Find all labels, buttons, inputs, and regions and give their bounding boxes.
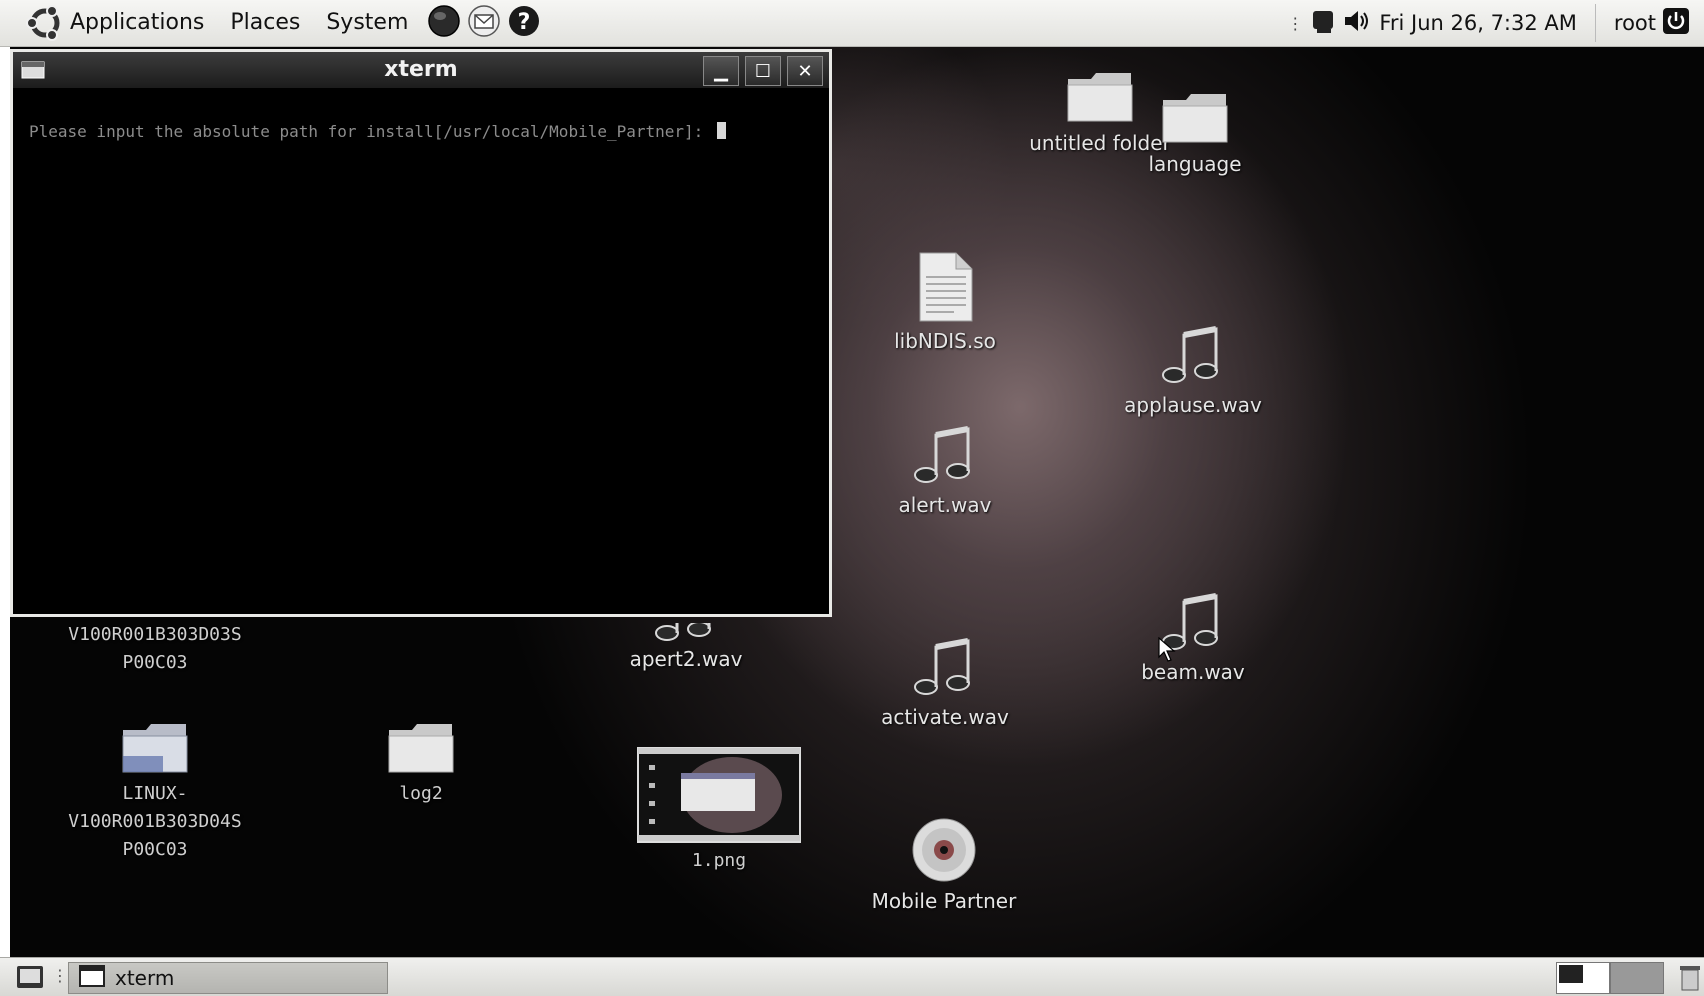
svg-text:?: ?: [518, 10, 531, 35]
trash-icon[interactable]: [1678, 962, 1702, 996]
desktop-icon-libndis[interactable]: libNDIS.so: [860, 251, 1030, 355]
icon-label-line-1: V100R001B303D03S: [68, 624, 242, 645]
desktop-icon-1png[interactable]: 1.png: [634, 747, 804, 875]
icon-label: beam.wav: [1141, 660, 1245, 684]
places-menu[interactable]: Places: [217, 0, 313, 46]
workspace-switcher[interactable]: [1556, 962, 1664, 994]
power-icon[interactable]: [1662, 7, 1690, 39]
tray-separator: [1594, 4, 1596, 42]
maximize-button[interactable]: ☐: [745, 56, 781, 86]
music-note-icon: [653, 623, 719, 645]
applications-menu[interactable]: Applications: [20, 0, 217, 46]
icon-label: language: [1148, 152, 1242, 176]
bottom-panel: ⋮ xterm: [0, 957, 1704, 996]
terminal-output[interactable]: Please input the absolute path for insta…: [29, 122, 819, 141]
text-file-icon: [914, 251, 976, 327]
icon-label: log2: [399, 783, 443, 804]
workspace-1[interactable]: [1556, 962, 1610, 994]
icon-label-line-3: P00C03: [122, 839, 188, 860]
window-icon: [79, 964, 105, 992]
taskbar-button-label: xterm: [115, 966, 175, 990]
web-browser-launcher[interactable]: [427, 4, 461, 42]
system-tray: ⋮ Fri Jun 26, 7:32 AM root: [1287, 0, 1704, 46]
desktop-icon-mobile-partner[interactable]: Mobile Partner: [844, 817, 1044, 915]
desktop-icon-applause[interactable]: applause.wav: [1108, 325, 1278, 419]
desktop-icon-language[interactable]: language: [1110, 90, 1280, 178]
icon-label-line-1: LINUX-: [122, 783, 188, 804]
music-note-icon: [1160, 325, 1226, 391]
taskbar-button-xterm[interactable]: xterm: [68, 962, 388, 994]
minimize-icon: ▁: [714, 60, 728, 82]
volume-icon[interactable]: [1343, 8, 1371, 38]
globe-icon: [427, 4, 461, 42]
close-icon: ✕: [797, 60, 813, 82]
envelope-icon: [467, 4, 501, 42]
install-path-prompt: Please input the absolute path for insta…: [29, 122, 713, 141]
folder-icon: [1160, 90, 1230, 150]
cd-disc-icon: [911, 817, 977, 887]
desktop-icon-linux-folder[interactable]: LINUX- V100R001B303D04S P00C03: [10, 720, 300, 864]
desktop-icon-log2[interactable]: log2: [336, 720, 506, 808]
ubuntu-logo-icon: [26, 4, 64, 42]
folder-icon: [386, 720, 456, 780]
music-note-icon: [912, 425, 978, 491]
minimize-button[interactable]: ▁: [703, 56, 739, 86]
icon-label: applause.wav: [1124, 393, 1262, 417]
icon-label-line-2: V100R001B303D04S: [68, 811, 242, 832]
desktop-icon-v100r001b303d03s-folder[interactable]: V100R001B303D03S P00C03: [10, 621, 300, 677]
email-launcher[interactable]: [467, 4, 501, 42]
desktop-icon-alert[interactable]: alert.wav: [860, 425, 1030, 519]
network-icon[interactable]: [1311, 7, 1337, 39]
applications-label: Applications: [70, 10, 205, 35]
icon-label: Mobile Partner: [871, 889, 1017, 913]
xterm-titlebar[interactable]: xterm ▁ ☐ ✕: [13, 52, 829, 88]
icon-label: libNDIS.so: [894, 329, 996, 353]
xterm-window[interactable]: xterm ▁ ☐ ✕ Please input the absolute pa…: [10, 49, 832, 617]
icon-label: activate.wav: [881, 705, 1009, 729]
mouse-pointer-icon: [1158, 636, 1176, 667]
terminal-cursor: [716, 122, 726, 139]
icon-label: 1.png: [691, 850, 747, 871]
icon-label: alert.wav: [898, 493, 992, 517]
main-menu: Applications Places System ?: [0, 0, 541, 46]
system-menu[interactable]: System: [313, 0, 421, 46]
help-launcher[interactable]: ?: [507, 6, 541, 40]
icon-label: apert2.wav: [629, 647, 743, 671]
show-desktop-icon[interactable]: [16, 965, 44, 993]
desktop-icon-apert2[interactable]: apert2.wav: [601, 623, 771, 673]
workspace-2[interactable]: [1610, 962, 1664, 994]
window-buttons: ▁ ☐ ✕: [703, 56, 823, 86]
close-button[interactable]: ✕: [787, 56, 823, 86]
tray-handle-icon: ⋮: [1287, 13, 1304, 33]
panel-handle-icon: ⋮: [52, 966, 68, 985]
user-name[interactable]: root: [1614, 11, 1656, 35]
folder-icon: [120, 720, 190, 780]
music-note-icon: [912, 637, 978, 703]
maximize-icon: ☐: [754, 60, 772, 82]
desktop-icon-activate[interactable]: activate.wav: [860, 637, 1030, 731]
image-thumbnail-icon: [637, 747, 801, 847]
help-icon: ?: [507, 4, 541, 42]
clock[interactable]: Fri Jun 26, 7:32 AM: [1379, 11, 1577, 35]
icon-label-line-2: P00C03: [122, 652, 188, 673]
top-panel: Applications Places System ? ⋮ Fri Jun 2: [0, 0, 1704, 47]
desktop-icon-beam[interactable]: beam.wav: [1108, 592, 1278, 686]
